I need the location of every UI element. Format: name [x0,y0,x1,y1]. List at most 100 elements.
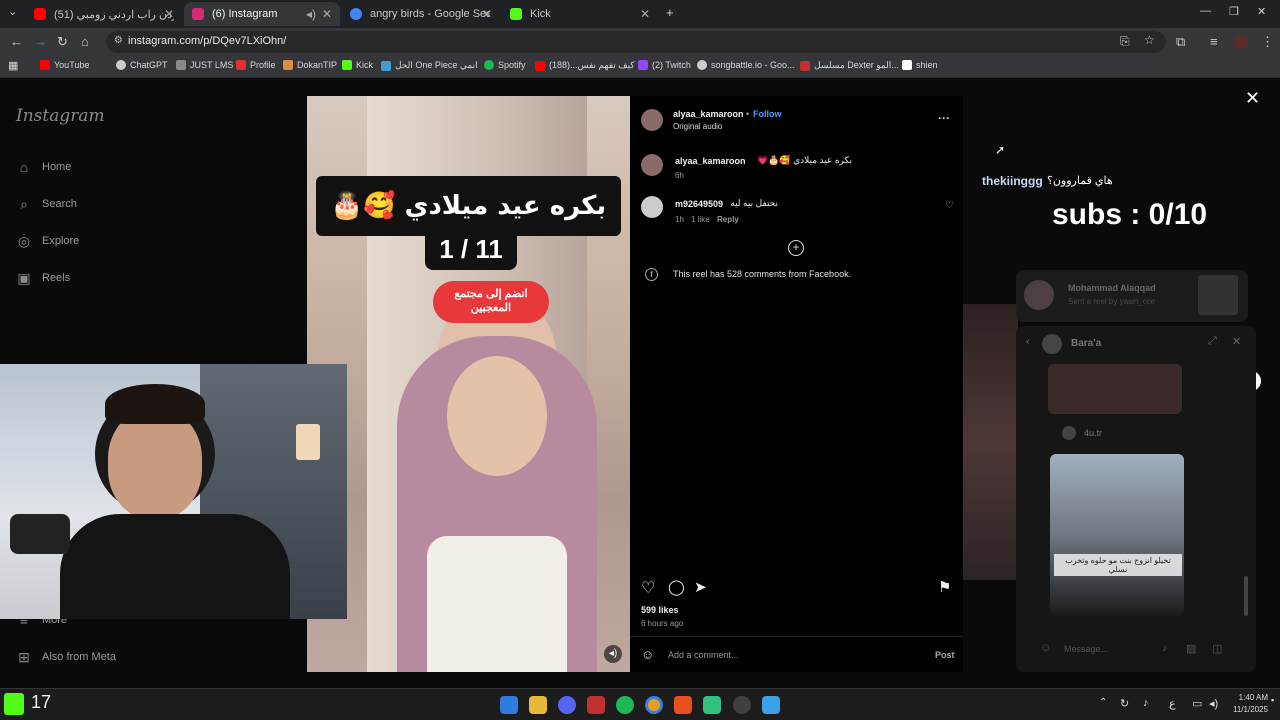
minimize-button[interactable]: — [1200,5,1211,17]
reload-icon[interactable]: ↻ [57,34,68,50]
windows-start-icon[interactable] [500,696,518,714]
file-explorer-icon[interactable] [529,696,547,714]
chevron-up-icon[interactable]: ⌃ [1099,697,1107,708]
bookmark-item[interactable]: songbattle.io - Goo... [697,60,795,70]
more-options-icon[interactable]: ··· [938,111,950,125]
extensions-icon[interactable]: ⧉ [1176,34,1185,50]
instagram-logo[interactable]: Instagram [16,106,105,126]
avatar[interactable] [641,154,663,176]
tab-google[interactable]: angry birds - Google Search ✕ [342,2,500,26]
address-bar[interactable]: ⚙ instagram.com/p/DQev7LXiOhn/ ⎘ ☆ [106,31,1166,53]
nav-also-from-meta[interactable]: ⊞ Also from Meta [16,649,116,665]
app-icon[interactable] [703,696,721,714]
chrome-icon[interactable] [645,696,663,714]
app-icon[interactable] [762,696,780,714]
apps-grid-icon[interactable]: ▦ [8,59,18,72]
comment-icon[interactable]: ◯ [668,578,685,596]
bookmark-item[interactable]: DokanTIP [283,60,337,70]
media-control-icon[interactable]: ≡ [1210,34,1218,49]
emoji-icon[interactable]: ☺ [1040,642,1051,654]
share-icon[interactable]: ➤ [694,578,707,596]
chevron-left-icon[interactable]: ‹ [1026,336,1030,348]
post-username[interactable]: alyaa_kamaroon [673,109,744,119]
reel-video[interactable]: بكره عيد ميلادي 🥰🎂 1 / 11 انضم إلى مجتمع… [307,96,630,672]
avatar[interactable] [641,196,663,218]
sync-icon[interactable]: ↻ [1120,697,1129,710]
comment-reply-button[interactable]: Reply [717,215,739,224]
bookmark-item[interactable]: مسلسل Dexter المو... [800,60,899,71]
app-icon[interactable] [587,696,605,714]
bookmark-item[interactable]: Spotify [484,60,526,70]
bookmark-item[interactable]: Profile [236,60,276,70]
bookmark-item[interactable]: كيف تفهم نفس...(188) [535,60,635,71]
expand-icon[interactable]: ⤢ [1208,335,1217,348]
add-comment-input[interactable]: Add a comment... [668,650,739,660]
bookmark-item[interactable]: YouTube [40,60,89,70]
spotify-icon[interactable] [616,696,634,714]
dm-reel-thumbnail[interactable] [1050,454,1184,616]
save-icon[interactable]: ⚑ [938,578,951,596]
close-post-icon[interactable]: ✕ [1245,88,1260,109]
load-more-comments-icon[interactable]: + [788,240,804,256]
volume-icon[interactable]: ◂) [1209,697,1218,710]
nav-reels[interactable]: ▣ Reels [16,270,70,286]
avatar[interactable] [641,109,663,131]
fan-community-badge[interactable]: انضم إلى مجتمع المعجبين [433,281,549,323]
tab-kick[interactable]: Kick ✕ [502,2,658,26]
dm-reel-preview[interactable] [1048,364,1182,414]
forward-icon[interactable]: → [34,34,47,49]
follow-button[interactable]: Follow [753,109,782,119]
language-indicator[interactable]: ع [1169,697,1176,710]
network-icon[interactable]: ▭ [1192,697,1202,710]
close-tab-icon[interactable]: ✕ [482,7,492,21]
image-icon[interactable]: ▨ [1186,642,1196,655]
bookmark-item[interactable]: ChatGPT [116,60,168,70]
tab-search-icon[interactable]: ⌄ [8,5,17,18]
emoji-icon[interactable]: ☺ [641,647,654,662]
obs-icon[interactable] [733,696,751,714]
dm-notification[interactable]: Mohammad Alaqqad Sent a reel by yasin_cc… [1016,270,1248,322]
comment-username[interactable]: m92649509 [675,199,723,209]
bookmark-item[interactable]: (2) Twitch [638,60,691,70]
close-window-button[interactable]: ✕ [1257,5,1266,18]
dm-message-input[interactable]: Message... [1064,644,1108,654]
close-tab-icon[interactable]: ✕ [640,7,650,21]
post-comment-button[interactable]: Post [935,650,955,660]
menu-icon[interactable]: ⋮ [1261,34,1274,50]
tab-youtube[interactable]: (51) راب الاردن راب اردني زومبي ✕ [26,2,182,26]
sticker-icon[interactable]: ◫ [1212,642,1222,655]
home-icon[interactable]: ⌂ [81,34,89,49]
scrollbar[interactable] [1244,576,1248,616]
nav-home[interactable]: ⌂ Home [16,159,72,175]
notification-icon[interactable]: ▪ [1271,695,1274,705]
brave-icon[interactable] [674,696,692,714]
dm-thread-name[interactable]: Bara'a [1071,338,1101,349]
nav-search[interactable]: ⌕ Search [16,196,77,212]
bookmark-star-icon[interactable]: ☆ [1144,33,1155,47]
microphone-icon[interactable]: ♪ [1143,697,1149,709]
nav-explore[interactable]: ◎ Explore [16,233,79,249]
audio-label[interactable]: Original audio [673,122,722,131]
back-icon[interactable]: ← [10,34,23,49]
bookmark-item[interactable]: JUST LMS [176,60,233,70]
site-info-icon[interactable]: ⚙ [114,35,123,46]
like-icon[interactable]: ♡ [641,578,655,598]
caption-username[interactable]: alyaa_kamaroon [675,156,746,166]
discord-icon[interactable] [558,696,576,714]
clock-date[interactable]: 11/1/2025 [1220,705,1268,714]
close-tab-icon[interactable]: ✕ [164,7,174,21]
speaker-icon[interactable]: ◂) [306,7,316,21]
tab-instagram[interactable]: (6) Instagram ◂) ✕ [184,2,340,26]
bookmark-item[interactable]: Kick [342,60,373,70]
clock-time[interactable]: 1:40 AM [1220,693,1268,702]
install-app-icon[interactable]: ⎘ [1120,34,1130,49]
microphone-icon[interactable]: ♪ [1162,642,1168,654]
profile-avatar[interactable] [1234,35,1248,49]
close-icon[interactable]: ✕ [1232,335,1241,348]
comment-likes[interactable]: 1 like [691,215,710,224]
bookmark-item[interactable]: الحل One Piece انمي [381,60,478,71]
close-tab-icon[interactable]: ✕ [322,7,332,21]
like-comment-icon[interactable]: ♡ [945,200,954,211]
likes-count[interactable]: 599 likes [641,605,679,615]
bookmark-item[interactable]: shien [902,60,938,70]
